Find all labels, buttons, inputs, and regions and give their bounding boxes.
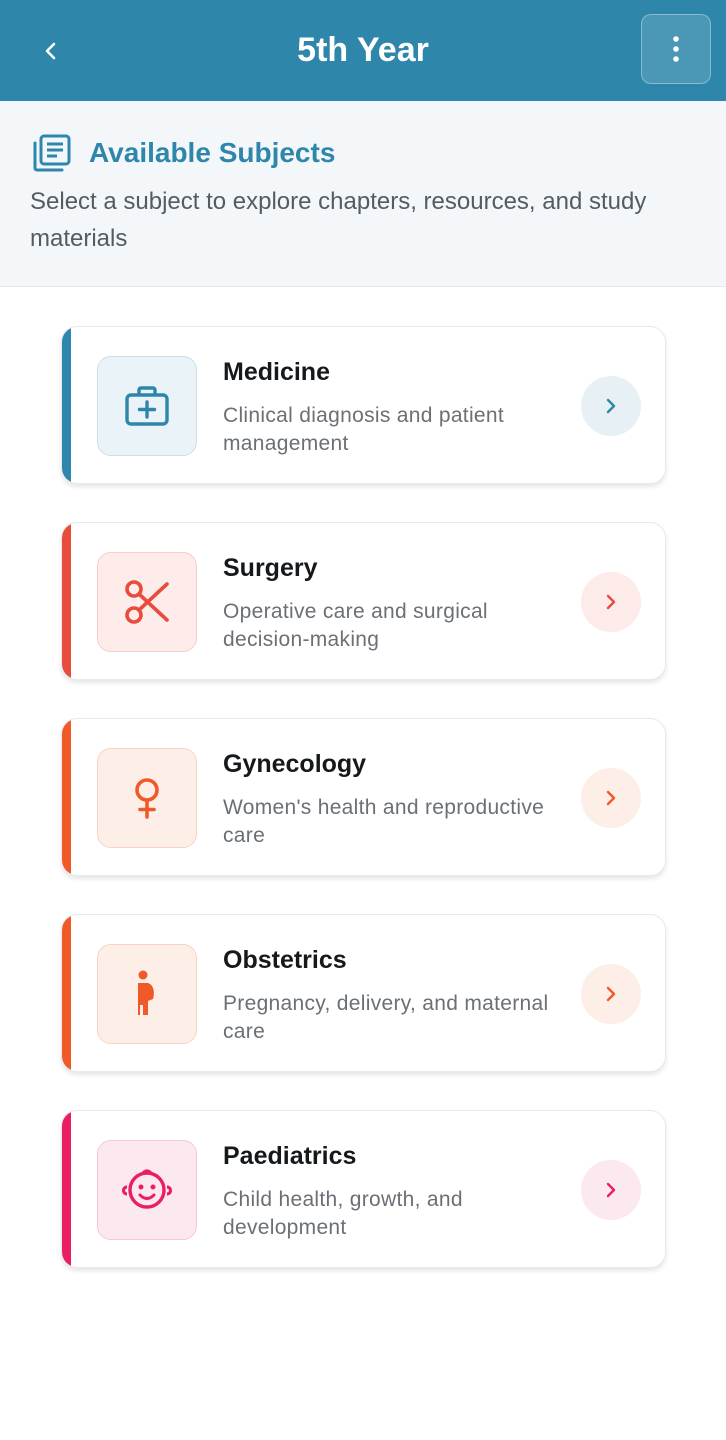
- chevron-right-icon: [606, 790, 616, 806]
- subject-title: Obstetrics: [223, 946, 347, 974]
- card-accent-bar: [62, 523, 71, 679]
- section-subtitle: Select a subject to explore chapters, re…: [30, 188, 647, 252]
- subject-card-medicine[interactable]: Medicine Clinical diagnosis and patient …: [61, 326, 666, 484]
- subject-description: Child health, growth, and development: [223, 1188, 463, 1239]
- subject-description: Clinical diagnosis and patient managemen…: [223, 404, 505, 455]
- subject-icon-tile: [97, 944, 197, 1044]
- subject-icon-tile: [97, 552, 197, 652]
- chevron-right-icon: [606, 594, 616, 610]
- card-accent-bar: [62, 327, 71, 483]
- section-title: Available Subjects: [89, 137, 336, 168]
- subject-icon-tile: [97, 356, 197, 456]
- subject-card-gynecology[interactable]: Gynecology Women's health and reproducti…: [61, 718, 666, 876]
- subject-description: Pregnancy, delivery, and maternal care: [223, 992, 549, 1043]
- card-accent-bar: [62, 719, 71, 875]
- back-button[interactable]: [26, 26, 76, 76]
- subject-description: Operative care and surgical decision-mak…: [223, 600, 488, 651]
- subject-icon-tile: [97, 1140, 197, 1240]
- more-vertical-icon: [673, 36, 679, 62]
- subject-description: Women's health and reproductive care: [223, 796, 545, 847]
- open-subject-button[interactable]: [581, 1160, 641, 1220]
- subject-title: Medicine: [223, 358, 330, 386]
- open-subject-button[interactable]: [581, 572, 641, 632]
- open-subject-button[interactable]: [581, 376, 641, 436]
- page-title: 5th Year: [297, 31, 429, 69]
- chevron-right-icon: [606, 986, 616, 1002]
- subject-title: Surgery: [223, 554, 318, 582]
- subject-title: Gynecology: [223, 750, 367, 778]
- chevron-left-icon: [45, 42, 56, 60]
- subject-card-surgery[interactable]: Surgery Operative care and surgical deci…: [61, 522, 666, 680]
- app-bar: 5th Year: [0, 0, 726, 101]
- subject-icon-tile: [97, 748, 197, 848]
- medical-kit-icon: [125, 386, 169, 426]
- female-symbol-icon: [135, 778, 159, 819]
- scissors-icon: [125, 580, 169, 624]
- pregnant-woman-icon: [138, 970, 154, 1015]
- chevron-right-icon: [606, 398, 616, 414]
- open-subject-button[interactable]: [581, 768, 641, 828]
- card-accent-bar: [62, 915, 71, 1071]
- subject-card-obstetrics[interactable]: Obstetrics Pregnancy, delivery, and mate…: [61, 914, 666, 1072]
- chevron-right-icon: [606, 1182, 616, 1198]
- library-books-icon: [33, 134, 71, 172]
- subject-title: Paediatrics: [223, 1142, 357, 1170]
- subject-card-paediatrics[interactable]: Paediatrics Child health, growth, and de…: [61, 1110, 666, 1268]
- baby-face-icon: [121, 1169, 173, 1209]
- more-options-button[interactable]: [641, 14, 711, 84]
- card-accent-bar: [62, 1111, 71, 1267]
- subjects-header: Available Subjects Select a subject to e…: [0, 101, 726, 287]
- open-subject-button[interactable]: [581, 964, 641, 1024]
